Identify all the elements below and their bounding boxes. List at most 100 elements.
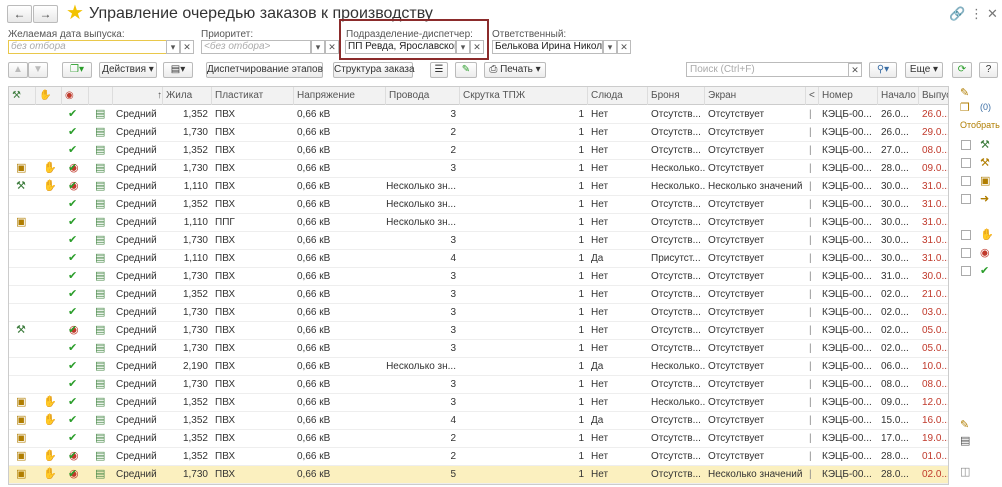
department-filter-clear[interactable]: ✕ — [470, 40, 484, 54]
column-header[interactable]: ⚒ — [9, 87, 36, 105]
docs-icon[interactable]: ❐ — [960, 101, 970, 114]
column-header[interactable]: Броня — [648, 87, 705, 105]
more-button[interactable]: Еще ▾ — [905, 62, 943, 78]
filter-checkbox[interactable] — [961, 194, 971, 204]
edit-button[interactable]: ✎ — [455, 62, 477, 78]
order-doc-icon: ▤ — [95, 468, 106, 480]
dispatch-stages-button[interactable]: Диспетчирование этапов — [206, 62, 323, 78]
orders-table[interactable]: ⚒ ✋ ◉ ↑ Жила Пластикат Напряжение Провода Скрутк… — [8, 86, 949, 485]
table-row[interactable]: ▣ ✋ ◉ ✔ ▤ Средний 1,352 ПВХ 0,66 кВ 2 1 Нет Отсутств… — [9, 448, 948, 466]
report-button[interactable]: ▤▾ — [163, 62, 193, 78]
link-icon[interactable]: 🔗 — [949, 6, 965, 22]
filter-checkbox[interactable] — [961, 176, 971, 186]
start-cell: 28.0... — [881, 451, 909, 462]
column-header[interactable]: Провода — [386, 87, 460, 105]
start-cell: 02.0... — [881, 307, 909, 318]
doc-cell: ✔ ▤ — [68, 376, 113, 394]
column-header[interactable]: Экран — [705, 87, 806, 105]
priority-filter-input[interactable]: <без отбора> — [201, 40, 311, 54]
table-row[interactable]: ▣ ✔ ▤ Средний 1,110 ППГ 0,66 кВ Несколько зн...… — [9, 214, 948, 232]
responsible-filter-input[interactable]: Белькова Ирина Николаев — [492, 40, 603, 54]
department-filter-input[interactable]: ПП Ревда, Ярославского — [345, 40, 456, 54]
column-header[interactable] — [89, 87, 113, 105]
table-row[interactable]: ▣ ✋ ◉ ✔ ▤ Средний 1,730 ПВХ 0,66 кВ 5 1 Нет Отсутств… — [9, 466, 948, 484]
column-header[interactable]: ✋ — [36, 87, 62, 105]
filter-label[interactable]: Отобрать — [960, 120, 1000, 130]
actions-button[interactable]: Действия ▾ — [99, 62, 157, 78]
column-header[interactable]: Напряжение — [294, 87, 386, 105]
document-icon[interactable]: ▤ — [960, 434, 970, 447]
column-header[interactable]: < — [806, 87, 819, 105]
table-row[interactable]: ✔ ▤ Средний 1,352 ПВХ 0,66 кВ 2 1 Нет Отсутств...… — [9, 142, 948, 160]
filter-checkbox[interactable] — [961, 266, 971, 276]
priority-filter-clear[interactable]: ✕ — [325, 40, 339, 54]
table-row[interactable]: ✔ ▤ Средний 1,352 ПВХ 0,66 кВ 3 1 Нет Отсутств...… — [9, 106, 948, 124]
num-cell: КЭЦБ-00... — [822, 181, 872, 192]
move-down-button[interactable]: ▼ — [28, 62, 48, 78]
search-button[interactable]: ⚲▾ — [869, 62, 897, 78]
table-row[interactable]: ✔ ▤ Средний 1,352 ПВХ 0,66 кВ 3 1 Нет Отсутств...… — [9, 286, 948, 304]
table-row[interactable]: ✔ ▤ Средний 1,730 ПВХ 0,66 кВ 3 1 Нет Отсутств...… — [9, 340, 948, 358]
wires-cell: 4 — [450, 415, 456, 426]
date-filter-input[interactable]: без отбора — [8, 40, 167, 54]
table-row[interactable]: ✔ ▤ Средний 2,190 ПВХ 0,66 кВ Несколько зн... 1… — [9, 358, 948, 376]
date-filter-dropdown[interactable]: ▾ — [166, 40, 180, 54]
table-row[interactable]: ✔ ▤ Средний 1,730 ПВХ 0,66 кВ 2 1 Нет Отсутств...… — [9, 124, 948, 142]
table-row[interactable]: ✔ ▤ Средний 1,110 ПВХ 0,66 кВ 4 1 Да Присутст... О… — [9, 250, 948, 268]
table-row[interactable]: ✔ ▤ Средний 1,730 ПВХ 0,66 кВ 3 1 Нет Отсутств...… — [9, 268, 948, 286]
mica-cell: Нет — [591, 325, 609, 336]
priority-filter-dropdown[interactable]: ▾ — [311, 40, 325, 54]
screen-cell: Отсутствует — [708, 397, 765, 408]
table-row[interactable]: ⚒ ◉ ✔ ▤ Средний 1,730 ПВХ 0,66 кВ 3 1 Нет Отсутств.… — [9, 322, 948, 340]
column-header[interactable]: ↑ — [113, 87, 163, 105]
column-header[interactable]: Слюда — [588, 87, 648, 105]
move-up-button[interactable]: ▲ — [8, 62, 28, 78]
column-header[interactable]: ◉ — [62, 87, 89, 105]
list-button[interactable]: ☰ — [430, 62, 448, 78]
calendar-icon: ▣ — [16, 396, 27, 408]
copy-button[interactable]: ❐▾ — [62, 62, 92, 78]
table-row[interactable]: ▣ ✋ ◉ ✔ ▤ Средний 1,730 ПВХ 0,66 кВ 3 1 Нет Нескольк… — [9, 160, 948, 178]
search-input[interactable]: Поиск (Ctrl+F) — [686, 62, 862, 77]
search-clear[interactable]: ✕ — [848, 63, 862, 77]
column-header[interactable]: Начало — [878, 87, 919, 105]
filter-checkbox[interactable] — [961, 230, 971, 240]
favorite-star-icon[interactable]: ★ — [66, 2, 84, 24]
edit-note-icon[interactable]: ✎ — [960, 86, 969, 99]
column-header[interactable]: Номер — [819, 87, 878, 105]
more-vertical-icon[interactable]: ⋮ — [970, 6, 983, 22]
filter-checkbox[interactable] — [961, 140, 971, 150]
refresh-button[interactable]: ⟳ — [952, 62, 972, 78]
print-button[interactable]: ⎙ Печать ▾ — [484, 62, 546, 78]
date-filter-clear[interactable]: ✕ — [180, 40, 194, 54]
num-cell: КЭЦБ-00... — [822, 271, 872, 282]
column-header[interactable]: Выпуск — [919, 87, 948, 105]
settings-note-icon[interactable]: ✎ — [960, 418, 969, 431]
table-row[interactable]: ▣ ✔ ▤ Средний 1,352 ПВХ 0,66 кВ 2 1 Нет Отсутств..… — [9, 430, 948, 448]
order-structure-button[interactable]: Структура заказа — [333, 62, 415, 78]
panel-toggle-icon[interactable]: ◫ — [960, 465, 970, 478]
check-icon: ✔ — [68, 126, 78, 138]
twist-cell: 1 — [578, 361, 584, 372]
filter-count[interactable]: (0) — [980, 102, 991, 112]
table-row[interactable]: ▣ ✋ ✔ ▤ Средний 1,352 ПВХ 0,66 кВ 4 1 Да Отсутств..… — [9, 412, 948, 430]
back-button[interactable]: ← — [7, 5, 32, 23]
table-row[interactable]: ✔ ▤ Средний 1,730 ПВХ 0,66 кВ 3 1 Нет Отсутств...… — [9, 376, 948, 394]
table-row[interactable]: ✔ ▤ Средний 1,730 ПВХ 0,66 кВ 3 1 Нет Отсутств...… — [9, 232, 948, 250]
responsible-filter-clear[interactable]: ✕ — [617, 40, 631, 54]
forward-button[interactable]: → — [33, 5, 58, 23]
table-row[interactable]: ⚒ ✋ ◉ ✔ ▤ Средний 1,110 ПВХ 0,66 кВ Несколько зн.… — [9, 178, 948, 196]
close-icon[interactable]: ✕ — [987, 6, 998, 22]
column-header[interactable]: Пластикат — [212, 87, 294, 105]
table-row[interactable]: ✔ ▤ Средний 1,730 ПВХ 0,66 кВ 3 1 Нет Отсутств...… — [9, 304, 948, 322]
table-row[interactable]: ▣ ✋ ✔ ▤ Средний 1,352 ПВХ 0,66 кВ 3 1 Нет Несколько… — [9, 394, 948, 412]
department-filter-dropdown[interactable]: ▾ — [456, 40, 470, 54]
responsible-filter-dropdown[interactable]: ▾ — [603, 40, 617, 54]
table-row[interactable]: ✔ ▤ Средний 1,352 ПВХ 0,66 кВ Несколько зн... 1… — [9, 196, 948, 214]
help-button[interactable]: ? — [979, 62, 998, 78]
mica-cell: Нет — [591, 127, 609, 138]
column-header[interactable]: Жила — [163, 87, 212, 105]
filter-checkbox[interactable] — [961, 248, 971, 258]
column-header[interactable]: Скрутка ТПЖ — [460, 87, 588, 105]
filter-checkbox[interactable] — [961, 158, 971, 168]
